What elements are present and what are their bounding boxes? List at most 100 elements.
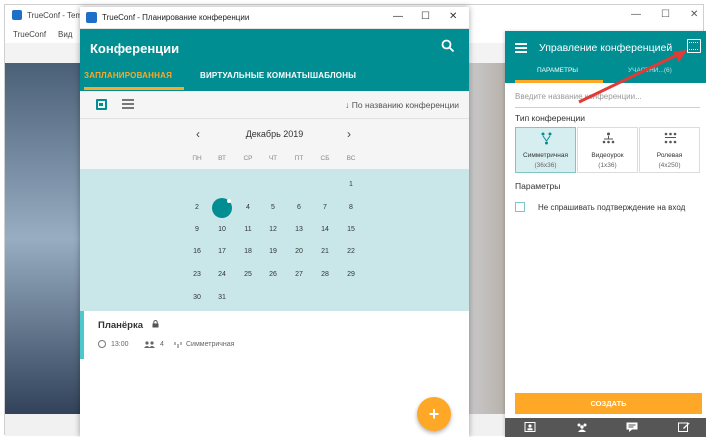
calendar-next-button[interactable]: › — [347, 127, 351, 141]
calendar-day[interactable]: 20 — [288, 245, 310, 259]
calendar-day[interactable]: 13 — [288, 223, 310, 237]
calendar-day[interactable]: 28 — [314, 268, 336, 282]
calendar-days-area — [80, 169, 469, 311]
type-symmetric[interactable]: Симметричная (36x36) — [515, 127, 576, 173]
video-tile-left — [5, 63, 80, 414]
minimize-button[interactable]: — — [393, 11, 403, 22]
calendar-day[interactable]: 17 — [211, 245, 233, 259]
weekday-thu: ЧТ — [268, 155, 278, 162]
planning-header: Конференции ЗАПЛАНИРОВАННАЯ ВИРТУАЛЬНЫЕ … — [80, 29, 469, 91]
calendar-month: Декабрь 2019 — [80, 129, 469, 139]
calendar-day[interactable]: 31 — [211, 291, 233, 305]
event-card[interactable]: Планёрка 13:00 4 Симметричная — [80, 311, 469, 359]
calendar-day[interactable]: 27 — [288, 268, 310, 282]
calendar-day[interactable]: 18 — [237, 245, 259, 259]
calendar-day[interactable]: 23 — [186, 268, 208, 282]
calendar-day[interactable]: 3 — [212, 198, 232, 218]
skip-confirmation-checkbox[interactable] — [515, 202, 525, 212]
conference-type-label: Тип конференции — [515, 113, 586, 123]
calendar-day[interactable]: 24 — [211, 268, 233, 282]
participants-icon — [144, 341, 155, 348]
close-button[interactable]: ✕ — [690, 9, 698, 20]
calendar-day[interactable]: 12 — [262, 223, 284, 237]
type-symmetric-size: (36x36) — [534, 162, 557, 169]
weekday-mon: ПН — [192, 155, 202, 162]
calendar-day[interactable]: 25 — [237, 268, 259, 282]
calendar-day[interactable]: 2 — [186, 201, 208, 215]
group-icon[interactable] — [576, 422, 588, 432]
chat-icon[interactable] — [626, 422, 638, 432]
calendar-day[interactable]: 22 — [340, 245, 362, 259]
calendar-day[interactable]: 26 — [262, 268, 284, 282]
search-icon[interactable] — [441, 39, 455, 53]
create-button[interactable]: СОЗДАТЬ — [515, 393, 702, 414]
background-window-title: TrueConf - Tem — [27, 11, 83, 20]
calendar-day[interactable]: 8 — [340, 201, 362, 215]
calendar-day[interactable]: 7 — [314, 201, 336, 215]
type-role-based-name: Ролевая — [656, 152, 683, 159]
calendar-day[interactable]: 4 — [237, 201, 259, 215]
calendar-day[interactable]: 14 — [314, 223, 336, 237]
type-video-lesson[interactable]: Видеоурок (1x36) — [577, 127, 638, 173]
calendar-day[interactable]: 5 — [262, 201, 284, 215]
calendar-month-label: Декабрь 2019 — [245, 129, 304, 139]
calendar: ‹ Декабрь 2019 › ПН ВТ СР ЧТ ПТ СБ ВС 12… — [80, 119, 469, 311]
skip-confirmation-label: Не спрашивать подтверждение на вход — [538, 203, 686, 212]
tab-scheduled[interactable]: ЗАПЛАНИРОВАННАЯ — [84, 71, 172, 80]
contacts-icon[interactable] — [524, 422, 536, 432]
screen: TrueConf - Tem — ☐ ✕ TrueConf Вид TrueCo… — [0, 0, 706, 437]
calendar-day[interactable]: 6 — [288, 201, 310, 215]
planning-tabs: ЗАПЛАНИРОВАННАЯ ВИРТУАЛЬНЫЕ КОМНАТЫ ШАБЛ… — [80, 65, 469, 91]
calendar-day[interactable]: 1 — [340, 178, 362, 192]
role-based-type-icon — [664, 132, 677, 144]
calendar-day[interactable]: 21 — [314, 245, 336, 259]
red-pointer-arrow — [578, 50, 687, 104]
page-title: Конференции — [90, 41, 180, 56]
video-lesson-type-icon — [602, 132, 615, 144]
type-video-lesson-name: Видеоурок — [591, 152, 624, 159]
maximize-button[interactable]: ☐ — [421, 11, 430, 22]
trueconf-logo-icon — [86, 12, 97, 23]
edit-icon[interactable] — [678, 422, 690, 432]
calendar-day[interactable]: 10 — [211, 223, 233, 237]
parameters-label: Параметры — [515, 181, 561, 191]
calendar-day[interactable]: 11 — [237, 223, 259, 237]
calendar-day[interactable]: 16 — [186, 245, 208, 259]
tab-templates[interactable]: ШАБЛОНЫ — [310, 71, 356, 80]
hamburger-menu-icon[interactable] — [515, 43, 527, 53]
add-conference-button[interactable]: + — [417, 397, 451, 431]
weekday-sun: ВС — [346, 155, 356, 162]
tab-parameters[interactable]: ПАРАМЕТРЫ — [537, 67, 578, 74]
type-video-lesson-size: (1x36) — [598, 162, 617, 169]
tab-virtual-rooms[interactable]: ВИРТУАЛЬНЫЕ КОМНАТЫ — [200, 71, 310, 80]
sort-by-name[interactable]: ↓ По названию конференции — [345, 100, 459, 110]
event-type: Симметричная — [186, 341, 235, 348]
planning-titlebar: TrueConf - Планирование конференции — ☐ … — [80, 7, 469, 29]
type-role-based-size: (4x250) — [658, 162, 681, 169]
planning-toolbar: ↓ По названию конференции — [80, 91, 469, 119]
type-symmetric-name: Симметричная — [523, 152, 568, 159]
calendar-day[interactable]: 19 — [262, 245, 284, 259]
close-button[interactable]: ✕ — [449, 11, 457, 22]
event-participants-count: 4 — [160, 341, 164, 348]
symmetric-type-icon — [174, 342, 182, 348]
calendar-day[interactable]: 9 — [186, 223, 208, 237]
planning-window: TrueConf - Планирование конференции — ☐ … — [80, 7, 469, 437]
weekday-wed: СР — [243, 155, 253, 162]
calendar-day[interactable]: 30 — [186, 291, 208, 305]
weekday-tue: ВТ — [218, 155, 226, 162]
menu-item-view[interactable]: Вид — [58, 30, 72, 39]
planning-window-title: TrueConf - Планирование конференции — [102, 13, 250, 22]
menu-item-trueconf[interactable]: TrueConf — [13, 30, 46, 39]
list-view-icon[interactable] — [122, 99, 134, 109]
trueconf-logo-icon — [12, 10, 22, 20]
lock-icon — [152, 320, 159, 328]
calendar-day[interactable]: 29 — [340, 268, 362, 282]
event-accent-bar — [80, 311, 84, 359]
calendar-view-icon[interactable] — [96, 99, 107, 110]
type-role-based[interactable]: Ролевая (4x250) — [639, 127, 700, 173]
management-bottom-bar — [505, 418, 706, 437]
maximize-button[interactable]: ☐ — [661, 9, 670, 20]
calendar-day[interactable]: 15 — [340, 223, 362, 237]
minimize-button[interactable]: — — [631, 9, 641, 20]
